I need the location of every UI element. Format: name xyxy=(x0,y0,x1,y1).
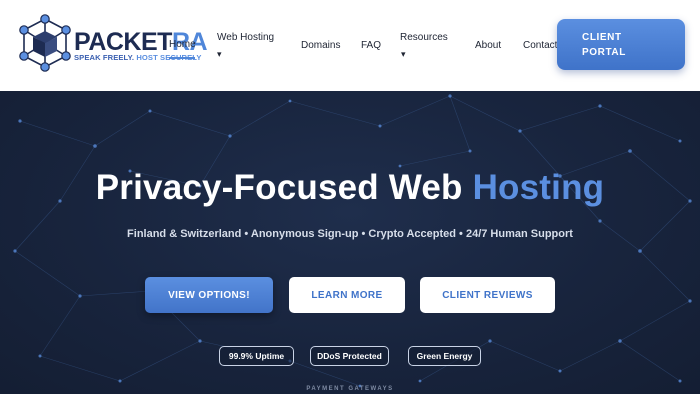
hero-title-main: Privacy-Focused Web xyxy=(95,168,463,207)
nav-resources[interactable]: Resources xyxy=(400,32,448,43)
hero-title: Privacy-Focused Web Hosting xyxy=(0,168,700,208)
cube-network-logo-icon xyxy=(19,14,71,72)
green-energy-badge: Green Energy xyxy=(408,346,481,366)
payment-gateways-label: PAYMENT GATEWAYS xyxy=(306,386,394,392)
site-header: PACKETRA SPEAK FREELY. HOST SECURELY Hom… xyxy=(0,0,700,91)
learn-more-button[interactable]: LEARN MORE xyxy=(289,277,405,313)
packetra-logo[interactable]: PACKETRA SPEAK FREELY. HOST SECURELY xyxy=(14,13,208,73)
nav-home[interactable]: Home xyxy=(169,39,196,50)
hero-subtitle: Finland & Switzerland • Anonymous Sign-u… xyxy=(127,228,573,240)
tagline-part1: SPEAK FREELY. xyxy=(74,53,135,62)
ddos-protected-badge: DDoS Protected xyxy=(310,346,389,366)
nav-about[interactable]: About xyxy=(475,40,501,51)
nav-web-hosting-label: Web Hosting xyxy=(217,32,275,43)
uptime-badge: 99.9% Uptime xyxy=(219,346,294,366)
chevron-down-icon[interactable]: ▾ xyxy=(401,50,406,59)
nav-contact[interactable]: Contact xyxy=(523,40,557,51)
nav-faq[interactable]: FAQ xyxy=(361,40,381,51)
client-portal-line1: CLIENT xyxy=(582,32,622,43)
nav-web-hosting[interactable]: Web Hosting xyxy=(217,32,274,43)
client-reviews-button[interactable]: CLIENT REVIEWS xyxy=(420,277,555,313)
hero-title-accent: Hosting xyxy=(472,168,605,207)
chevron-down-icon[interactable]: ▾ xyxy=(217,50,222,59)
hero-section: Privacy-Focused Web Hosting Finland & Sw… xyxy=(0,91,700,394)
nav-resources-label: Resources xyxy=(400,32,448,43)
view-options-button[interactable]: VIEW OPTIONS! xyxy=(145,277,273,313)
nav-domains[interactable]: Domains xyxy=(301,40,340,51)
client-portal-line2: PORTAL xyxy=(582,47,626,58)
client-portal-button[interactable]: CLIENT PORTAL xyxy=(557,19,685,70)
nav-home-active-indicator xyxy=(169,57,195,59)
logo-word-part1: PACKET xyxy=(74,28,172,56)
